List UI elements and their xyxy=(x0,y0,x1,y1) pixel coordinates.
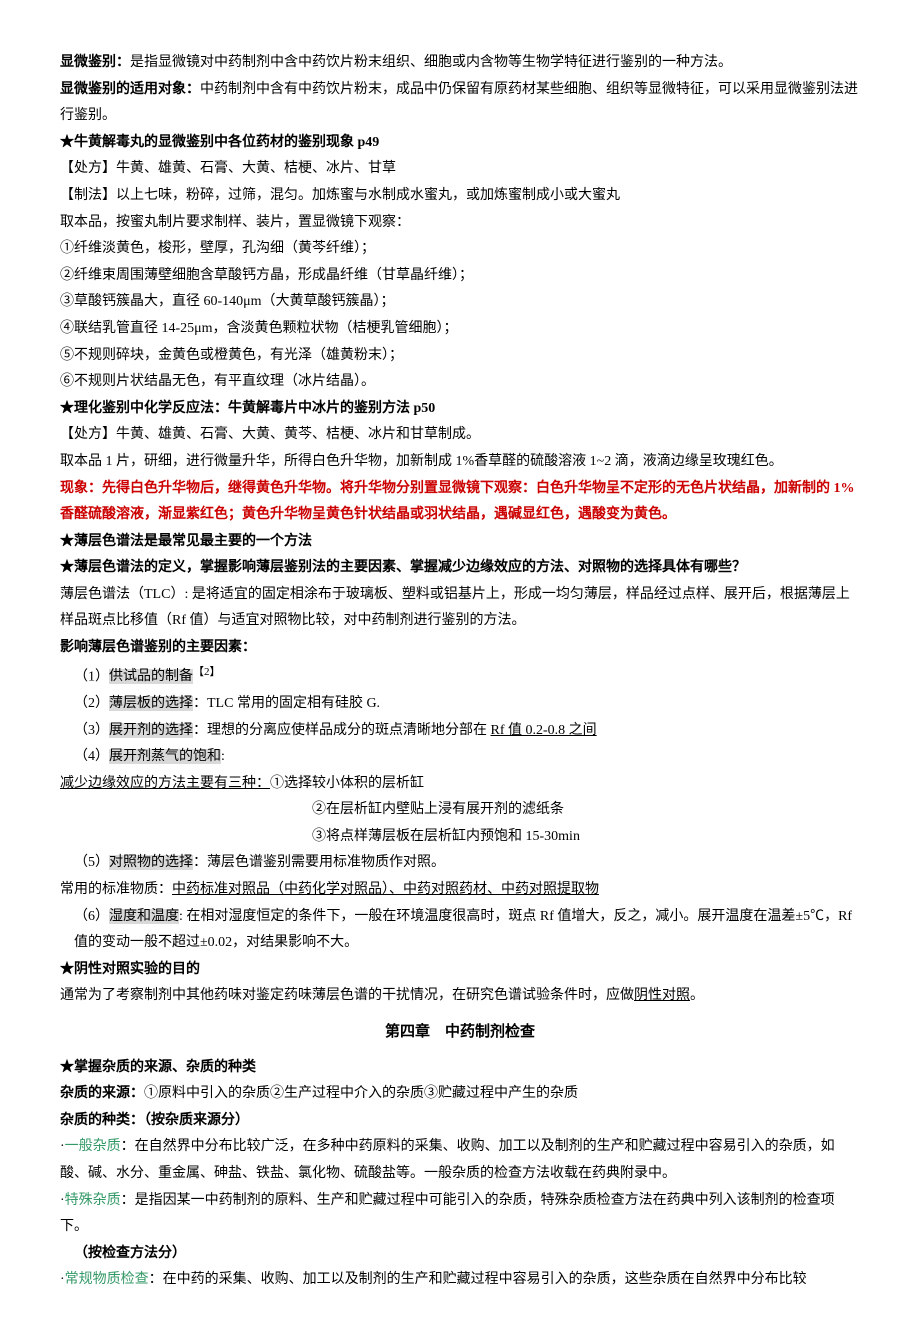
num-4: （4） xyxy=(74,749,109,764)
text-plate-select: 薄层板的选择 xyxy=(109,696,193,711)
heading-negative-control: ★阴性对照实验的目的 xyxy=(60,957,860,984)
text-reference-desc: ：薄层色谱鉴别需要用标准物质作对照。 xyxy=(193,855,445,870)
num-5: （5） xyxy=(74,855,109,870)
item-4: ④联结乳管直径 14-25μm，含淡黄色颗粒状物（桔梗乳管细胞）； xyxy=(60,316,860,343)
text-reference-select: 对照物的选择 xyxy=(109,855,193,870)
label-microscopic: 显微鉴别： xyxy=(60,55,130,70)
heading-chemical-reaction: ★理化鉴别中化学反应法：牛黄解毒片中冰片的鉴别方法 p50 xyxy=(60,396,860,423)
label-microscopic-target: 显微鉴别的适用对象： xyxy=(60,82,200,97)
text-standards-label: 常用的标准物质： xyxy=(60,882,172,897)
para-general-impurity: ·一般杂质：在自然界中分布比较广泛，在多种中药原料的采集、收购、加工以及制剂的生… xyxy=(60,1134,860,1187)
para-prescription-2: 【处方】牛黄、雄黄、石膏、大黄、黄芩、桔梗、冰片和甘草制成。 xyxy=(60,422,860,449)
factor-6: （6）湿度和温度: 在相对湿度恒定的条件下，一般在环境温度很高时，斑点 Rf 值… xyxy=(60,904,860,957)
para-tlc-desc: 薄层色谱法（TLC）: 是将适宜的固定相涂布于玻璃板、塑料或铝基片上，形成一均匀… xyxy=(60,582,860,635)
para-microscopic-def: 显微鉴别：是指显微镜对中药制剂中含中药饮片粉末组织、细胞或内含物等生物学特征进行… xyxy=(60,50,860,77)
edge-method-3: ③将点样薄层板在层析缸内预饱和 15-30min xyxy=(60,824,860,851)
text-general-impurity: 一般杂质 xyxy=(65,1139,121,1154)
colon-4: : xyxy=(221,749,225,764)
text-humidity-temp: 湿度和温度 xyxy=(109,909,179,924)
text-vapor-saturation: 展开剂蒸气的饱和 xyxy=(109,749,221,764)
item-5: ⑤不规则碎块，金黄色或橙黄色，有光泽（雄黄粉末）； xyxy=(60,343,860,370)
text-edge-methods: 减少边缘效应的方法主要有三种： xyxy=(60,776,270,791)
text-special-desc: ：是指因某一中药制剂的原料、生产和贮藏过程中可能引入的杂质，特殊杂质检查方法在药… xyxy=(60,1193,835,1235)
heading-impurity-types: 杂质的种类：（按杂质来源分） xyxy=(60,1108,860,1135)
heading-impurity: ★掌握杂质的来源、杂质的种类 xyxy=(60,1055,860,1082)
edge-method-1: ①选择较小体积的层析缸 xyxy=(270,776,424,791)
text-microscopic-def: 是指显微镜对中药制剂中含中药饮片粉末组织、细胞或内含物等生物学特征进行鉴别的一种… xyxy=(130,55,732,70)
factor-3: （3）展开剂的选择：理想的分离应使样品成分的斑点清晰地分部在 Rf 值 0.2-… xyxy=(60,718,860,745)
heading-tlc-common: ★薄层色谱法是最常见最主要的一个方法 xyxy=(60,529,860,556)
num-3: （3） xyxy=(74,723,109,738)
text-neg-desc: 通常为了考察制剂中其他药味对鉴定药味薄层色谱的干扰情况，在研究色谱试验条件时，应… xyxy=(60,988,634,1003)
factor-2: （2）薄层板的选择：TLC 常用的固定相有硅胶 G. xyxy=(60,691,860,718)
num-1: （1） xyxy=(74,669,109,684)
text-standards-list: 中药标准对照品（中药化学对照品）、中药对照药材、中药对照提取物 xyxy=(172,882,599,897)
item-6: ⑥不规则片状结晶无色，有平直纹理（冰片结晶）。 xyxy=(60,369,860,396)
para-impurity-source: 杂质的来源：①原料中引入的杂质②生产过程中介入的杂质③贮藏过程中产生的杂质 xyxy=(60,1081,860,1108)
para-microscopic-target: 显微鉴别的适用对象：中药制剂中含有中药饮片粉末，成品中仍保留有原药材某些细胞、组… xyxy=(60,77,860,130)
para-negative-control: 通常为了考察制剂中其他药味对鉴定药味薄层色谱的干扰情况，在研究色谱试验条件时，应… xyxy=(60,983,860,1010)
para-preparation: 【制法】以上七味，粉碎，过筛，混匀。加炼蜜与水制成水蜜丸，或加炼蜜制成小或大蜜丸 xyxy=(60,183,860,210)
item-2: ②纤维束周围薄壁细胞含草酸钙方晶，形成晶纤维（甘草晶纤维）； xyxy=(60,263,860,290)
heading-by-method: （按检查方法分） xyxy=(60,1241,860,1268)
label-impurity-source: 杂质的来源： xyxy=(60,1086,144,1101)
text-plate-desc: ：TLC 常用的固定相有硅胶 G. xyxy=(193,696,380,711)
text-humidity-desc: : 在相对湿度恒定的条件下，一般在环境温度很高时，斑点 Rf 值增大，反之，减小… xyxy=(74,909,852,951)
heading-tlc-factors: 影响薄层色谱鉴别的主要因素： xyxy=(60,635,860,662)
note-2: 【2】 xyxy=(193,666,221,678)
chapter-title: 第四章 中药制剂检查 xyxy=(60,1018,860,1047)
heading-niuhuang-microscopic: ★牛黄解毒丸的显微鉴别中各位药材的鉴别现象 p49 xyxy=(60,130,860,157)
num-2: （2） xyxy=(74,696,109,711)
text-sample-prep: 供试品的制备 xyxy=(109,669,193,684)
factor-5: （5）对照物的选择：薄层色谱鉴别需要用标准物质作对照。 xyxy=(60,850,860,877)
para-observe: 取本品，按蜜丸制片要求制样、装片，置显微镜下观察： xyxy=(60,210,860,237)
text-solvent-select: 展开剂的选择 xyxy=(109,723,193,738)
para-phenomenon: 现象：先得白色升华物后，继得黄色升华物。将升华物分别置显微镜下观察：白色升华物呈… xyxy=(60,476,860,529)
para-routine-check: ·常规物质检查：在中药的采集、收购、加工以及制剂的生产和贮藏过程中容易引入的杂质… xyxy=(60,1267,860,1294)
text-impurity-source: ①原料中引入的杂质②生产过程中介入的杂质③贮藏过程中产生的杂质 xyxy=(144,1086,578,1101)
para-sublimation: 取本品 1 片，研细，进行微量升华，所得白色升华物，加新制成 1%香草醛的硫酸溶… xyxy=(60,449,860,476)
text-neg-underline: 阴性对照 xyxy=(634,988,690,1003)
text-neg-period: 。 xyxy=(690,988,704,1003)
text-special-impurity: 特殊杂质 xyxy=(65,1193,121,1208)
para-edge-effect: 减少边缘效应的方法主要有三种：①选择较小体积的层析缸 xyxy=(60,771,860,798)
item-1: ①纤维淡黄色，梭形，壁厚，孔沟细（黄芩纤维）； xyxy=(60,236,860,263)
item-3: ③草酸钙簇晶大，直径 60-140μm（大黄草酸钙簇晶）； xyxy=(60,289,860,316)
edge-method-2: ②在层析缸内壁贴上浸有展开剂的滤纸条 xyxy=(60,797,860,824)
text-routine-desc: ：在中药的采集、收购、加工以及制剂的生产和贮藏过程中容易引入的杂质，这些杂质在自… xyxy=(149,1272,807,1287)
para-prescription-1: 【处方】牛黄、雄黄、石膏、大黄、桔梗、冰片、甘草 xyxy=(60,156,860,183)
text-solvent-desc: ：理想的分离应使样品成分的斑点清晰地分部在 xyxy=(193,723,491,738)
num-6: （6） xyxy=(74,909,109,924)
text-general-desc: ：在自然界中分布比较广泛，在多种中药原料的采集、收购、加工以及制剂的生产和贮藏过… xyxy=(60,1139,835,1181)
para-standards: 常用的标准物质：中药标准对照品（中药化学对照品）、中药对照药材、中药对照提取物 xyxy=(60,877,860,904)
para-special-impurity: ·特殊杂质：是指因某一中药制剂的原料、生产和贮藏过程中可能引入的杂质，特殊杂质检… xyxy=(60,1188,860,1241)
text-routine-check: 常规物质检查 xyxy=(65,1272,149,1287)
factor-4: （4）展开剂蒸气的饱和: xyxy=(60,744,860,771)
text-rf-range: Rf 值 0.2-0.8 之间 xyxy=(491,723,597,738)
factor-1: （1）供试品的制备【2】 xyxy=(60,662,860,691)
heading-tlc-definition: ★薄层色谱法的定义，掌握影响薄层鉴别法的主要因素、掌握减少边缘效应的方法、对照物… xyxy=(60,555,860,582)
